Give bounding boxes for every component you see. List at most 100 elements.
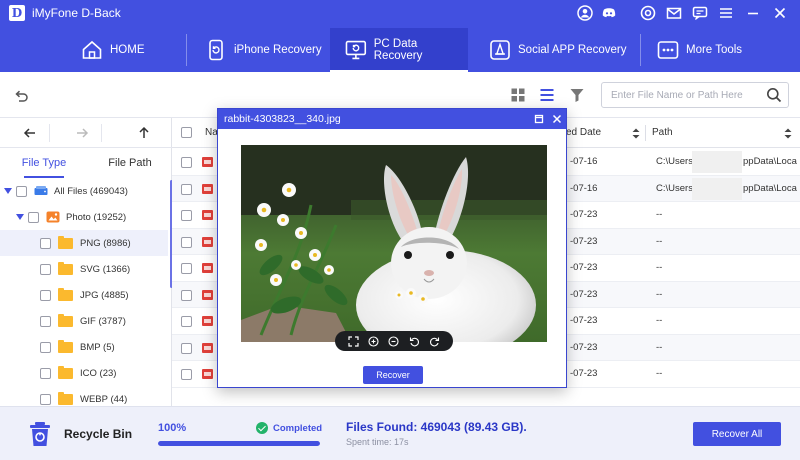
drive-icon — [34, 186, 48, 195]
checkbox[interactable] — [40, 237, 51, 249]
app-logo: D — [9, 5, 25, 21]
expand-caret-icon[interactable] — [4, 188, 12, 194]
recycle-bin-icon — [28, 421, 52, 447]
discord-icon[interactable] — [600, 4, 618, 22]
nav-more-tools[interactable]: More Tools — [654, 28, 764, 72]
folder-icon — [58, 287, 73, 301]
file-path: -- — [656, 288, 663, 300]
search-box — [601, 82, 789, 108]
checkbox[interactable] — [40, 367, 51, 379]
search-icon[interactable] — [766, 87, 782, 103]
close-icon[interactable] — [550, 112, 564, 126]
mail-icon[interactable] — [665, 4, 683, 22]
checkbox[interactable] — [28, 211, 39, 223]
checkbox[interactable] — [181, 263, 192, 274]
column-header-path[interactable]: Path — [652, 118, 673, 148]
checkbox[interactable] — [181, 157, 192, 168]
files-found: Files Found: 469043 (89.43 GB). — [346, 420, 527, 434]
back-icon[interactable] — [12, 87, 30, 105]
user-icon[interactable] — [576, 4, 594, 22]
checkbox[interactable] — [40, 263, 51, 275]
checkbox[interactable] — [181, 289, 192, 301]
category-panel: File Type File Path All Files (469043) P… — [0, 118, 173, 406]
feedback-icon[interactable] — [691, 4, 709, 22]
folder-icon — [58, 235, 73, 249]
checkbox[interactable] — [181, 369, 192, 380]
nav-back-button[interactable] — [10, 124, 50, 142]
image-file-icon — [202, 289, 213, 300]
tree-item-gif[interactable]: GIF (3787) — [0, 308, 168, 334]
filter-icon[interactable] — [569, 87, 585, 103]
settings-icon[interactable] — [639, 4, 657, 22]
checkbox[interactable] — [16, 185, 27, 197]
checkbox[interactable] — [181, 183, 192, 195]
tab-file-type[interactable]: File Type — [10, 148, 78, 178]
tree-item-svg[interactable]: SVG (1366) — [0, 256, 168, 282]
image-file-icon — [202, 369, 213, 379]
checkbox[interactable] — [181, 316, 192, 327]
modified-date: -07-23 — [570, 368, 598, 379]
zoom-out-icon[interactable] — [388, 335, 400, 347]
close-icon[interactable] — [771, 4, 789, 22]
checkbox[interactable] — [40, 341, 51, 353]
search-input[interactable] — [602, 83, 752, 107]
title-bar: D iMyFone D-Back — [0, 0, 800, 26]
rotate-right-icon[interactable] — [429, 336, 440, 347]
select-all-checkbox[interactable] — [181, 127, 192, 138]
zoom-in-icon[interactable] — [368, 335, 379, 347]
tree-item-webp[interactable]: WEBP (44) — [0, 386, 168, 406]
preview-recover-button[interactable]: Recover — [363, 366, 423, 384]
nav-forward-button[interactable] — [62, 124, 102, 142]
nav-social-app-recovery[interactable]: Social APP Recovery — [484, 28, 628, 72]
file-path: -- — [656, 209, 663, 220]
image-file-icon — [202, 157, 213, 167]
nav-up-button[interactable] — [124, 124, 164, 142]
nav-divider — [640, 34, 641, 66]
folder-icon — [58, 261, 73, 275]
tree-item-ico[interactable]: ICO (23) — [0, 360, 168, 386]
redacted-region — [692, 151, 742, 173]
file-path: C:\Users\ — [656, 156, 696, 167]
tree-item-all-files[interactable]: All Files (469043) — [0, 178, 168, 204]
preview-filename: rabbit-4303823__340.jpg — [224, 113, 341, 125]
grid-view-icon[interactable] — [510, 87, 526, 103]
sort-icon[interactable] — [632, 128, 640, 139]
fullscreen-icon[interactable] — [348, 335, 359, 347]
nav-home[interactable]: HOME — [76, 28, 176, 72]
folder-icon — [58, 391, 73, 405]
file-path: C:\Users\ — [656, 182, 696, 194]
nav-pc-data-recovery[interactable]: PC Data Recovery — [330, 28, 468, 72]
maximize-icon[interactable] — [532, 112, 546, 126]
tree-item-photo[interactable]: Photo (19252) — [0, 204, 168, 230]
nav-iphone-recovery[interactable]: iPhone Recovery — [200, 28, 328, 72]
checkbox[interactable] — [181, 342, 192, 354]
recover-all-button[interactable]: Recover All — [693, 422, 781, 446]
social-app-icon — [490, 40, 510, 60]
tree-item-jpg[interactable]: JPG (4885) — [0, 282, 168, 308]
modified-date: -07-23 — [570, 209, 598, 220]
main-nav: HOME iPhone Recovery PC Data Recovery So… — [0, 28, 800, 72]
tree-item-bmp[interactable]: BMP (5) — [0, 334, 168, 360]
checkbox[interactable] — [181, 236, 192, 248]
column-header-date[interactable]: ed Date — [566, 118, 601, 148]
menu-icon[interactable] — [717, 4, 735, 22]
expand-caret-icon[interactable] — [16, 214, 24, 220]
minimize-icon[interactable] — [744, 4, 762, 22]
checkbox[interactable] — [40, 393, 51, 405]
sort-icon[interactable] — [784, 128, 792, 139]
list-view-icon[interactable] — [539, 87, 555, 103]
check-circle-icon — [256, 422, 268, 434]
image-file-icon — [202, 210, 213, 220]
tree-item-png[interactable]: PNG (8986) — [0, 230, 168, 256]
home-icon — [82, 40, 102, 59]
tab-file-path[interactable]: File Path — [96, 148, 164, 178]
checkbox[interactable] — [40, 289, 51, 301]
checkbox[interactable] — [40, 315, 51, 327]
checkbox[interactable] — [181, 210, 192, 221]
column-header-name[interactable]: Na — [205, 118, 218, 148]
preview-title-bar[interactable]: rabbit-4303823__340.jpg — [218, 109, 566, 129]
modified-date: -07-23 — [570, 341, 598, 353]
image-file-icon — [202, 342, 213, 353]
rotate-left-icon[interactable] — [409, 336, 420, 347]
image-file-icon — [202, 316, 213, 326]
